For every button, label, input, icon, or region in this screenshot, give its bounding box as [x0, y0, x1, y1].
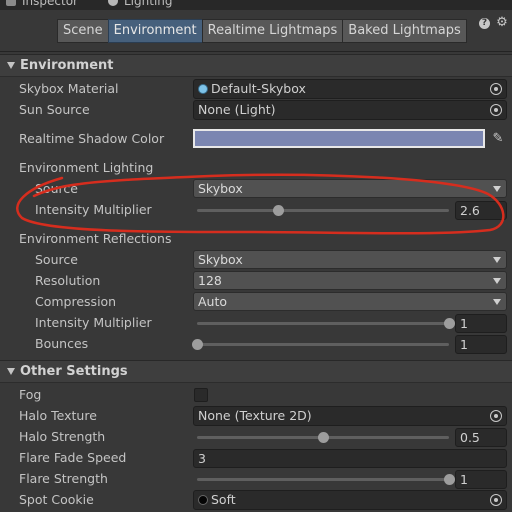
- section-header-other-settings[interactable]: Other Settings: [0, 360, 512, 383]
- flare-fade-speed-input[interactable]: 3: [193, 449, 507, 468]
- lightbulb-icon: [108, 0, 118, 6]
- lighting-intensity-label: Intensity Multiplier: [35, 202, 152, 217]
- section-title: Other Settings: [20, 364, 128, 379]
- spot-cookie-icon: [198, 495, 208, 505]
- reflections-source-label: Source: [35, 252, 78, 267]
- info-icon: [6, 0, 16, 6]
- sun-source-field[interactable]: None (Light): [193, 100, 507, 120]
- object-picker-icon[interactable]: [490, 83, 502, 95]
- window-tab-lighting[interactable]: Lighting: [102, 0, 173, 10]
- lighting-intensity-slider[interactable]: [197, 209, 449, 212]
- reflection-intensity-label: Intensity Multiplier: [35, 315, 152, 330]
- flare-strength-label: Flare Strength: [19, 471, 108, 486]
- halo-strength-label: Halo Strength: [19, 429, 106, 444]
- resolution-dropdown[interactable]: 128: [193, 271, 507, 290]
- flare-strength-slider[interactable]: [197, 478, 449, 481]
- tab-realtime-lightmaps[interactable]: Realtime Lightmaps: [201, 19, 344, 43]
- chevron-down-icon: [493, 278, 501, 284]
- bounces-input[interactable]: 1: [455, 335, 507, 354]
- gear-icon[interactable]: ⚙: [495, 16, 509, 30]
- object-picker-icon[interactable]: [490, 494, 502, 506]
- slider-thumb[interactable]: [273, 205, 285, 216]
- reflections-source-dropdown[interactable]: Skybox: [193, 250, 507, 269]
- halo-texture-field[interactable]: None (Texture 2D): [193, 406, 507, 426]
- foldout-arrow-icon: [7, 368, 15, 375]
- sun-source-value: None (Light): [198, 102, 276, 117]
- tab-baked-lightmaps[interactable]: Baked Lightmaps: [342, 19, 467, 43]
- foldout-arrow-icon: [7, 62, 15, 69]
- environment-reflections-heading: Environment Reflections: [19, 231, 172, 246]
- compression-label: Compression: [35, 294, 117, 309]
- flare-fade-speed-label: Flare Fade Speed: [19, 450, 127, 465]
- reflection-intensity-slider[interactable]: [197, 322, 449, 325]
- window-tab-bar: Inspector Lighting: [0, 0, 512, 10]
- compression-value: Auto: [198, 294, 228, 309]
- environment-lighting-heading: Environment Lighting: [19, 160, 154, 175]
- shadow-color-swatch[interactable]: [193, 129, 485, 148]
- halo-texture-label: Halo Texture: [19, 408, 97, 423]
- chevron-down-icon: [493, 299, 501, 305]
- chevron-down-icon: [493, 257, 501, 263]
- chevron-down-icon: [493, 186, 501, 192]
- lighting-tabs: Scene Environment Realtime Lightmaps Bak…: [57, 19, 467, 43]
- spot-cookie-field[interactable]: Soft: [193, 490, 507, 510]
- object-picker-icon[interactable]: [490, 104, 502, 116]
- resolution-value: 128: [198, 273, 222, 288]
- halo-texture-value: None (Texture 2D): [198, 408, 312, 423]
- lighting-source-label: Source: [35, 181, 78, 196]
- resolution-label: Resolution: [35, 273, 101, 288]
- spot-cookie-value: Soft: [211, 492, 236, 507]
- reflections-source-value: Skybox: [198, 252, 243, 267]
- fog-label: Fog: [19, 387, 42, 402]
- skybox-material-icon: [198, 84, 208, 94]
- tab-scene[interactable]: Scene: [57, 19, 109, 43]
- flare-strength-input[interactable]: 1: [455, 470, 507, 489]
- halo-strength-input[interactable]: 0.5: [455, 428, 507, 447]
- slider-thumb[interactable]: [191, 339, 203, 350]
- skybox-material-label: Skybox Material: [19, 81, 119, 96]
- fog-checkbox[interactable]: [194, 388, 208, 402]
- window-tab-label: Lighting: [124, 0, 173, 8]
- skybox-material-value: Default-Skybox: [211, 81, 306, 96]
- shadow-color-label: Realtime Shadow Color: [19, 131, 165, 146]
- reflection-intensity-input[interactable]: 1: [455, 314, 507, 333]
- window-tab-inspector[interactable]: Inspector: [0, 0, 78, 10]
- slider-thumb[interactable]: [443, 474, 455, 485]
- spot-cookie-label: Spot Cookie: [19, 492, 94, 507]
- bounces-label: Bounces: [35, 336, 89, 351]
- eyedropper-icon[interactable]: ✎: [491, 132, 505, 146]
- tab-environment[interactable]: Environment: [107, 19, 203, 43]
- skybox-material-field[interactable]: Default-Skybox: [193, 79, 507, 99]
- sun-source-label: Sun Source: [19, 102, 90, 117]
- lighting-intensity-input[interactable]: 2.6: [455, 201, 507, 220]
- slider-thumb[interactable]: [443, 318, 455, 329]
- section-title: Environment: [20, 58, 114, 73]
- compression-dropdown[interactable]: Auto: [193, 292, 507, 311]
- window-tab-label: Inspector: [22, 0, 78, 8]
- lighting-source-value: Skybox: [198, 181, 243, 196]
- bounces-slider[interactable]: [197, 343, 449, 346]
- section-header-environment[interactable]: Environment: [0, 54, 512, 77]
- help-icon[interactable]: ?: [479, 18, 490, 29]
- lighting-source-dropdown[interactable]: Skybox: [193, 179, 507, 198]
- object-picker-icon[interactable]: [490, 410, 502, 422]
- slider-thumb[interactable]: [317, 432, 329, 443]
